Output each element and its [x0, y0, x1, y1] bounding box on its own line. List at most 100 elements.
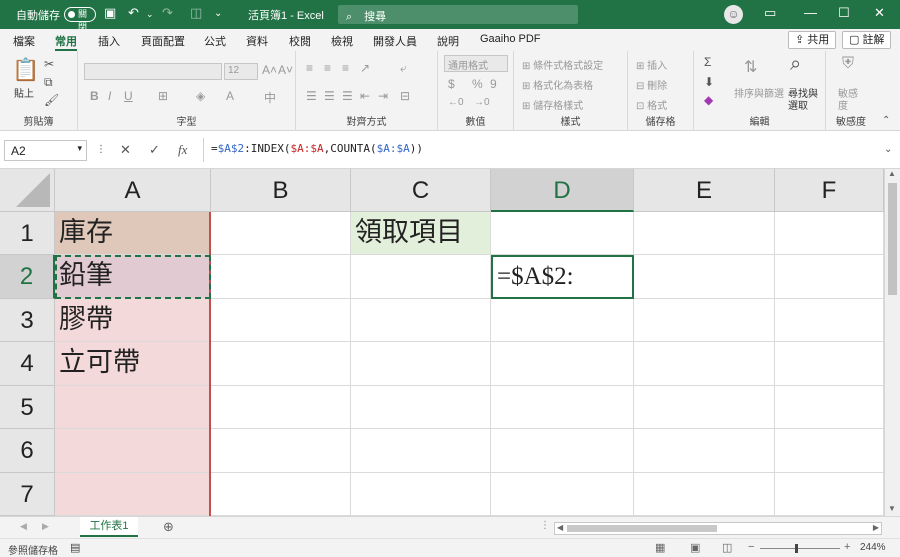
cell-b6[interactable]: [211, 429, 351, 473]
cell-e3[interactable]: [634, 299, 775, 342]
scroll-right-icon[interactable]: ▶: [873, 523, 879, 532]
format-as-table-button[interactable]: ⊞ 格式化為表格: [522, 77, 593, 92]
sort-filter-label[interactable]: 排序與篩選: [734, 85, 784, 100]
cell-f3[interactable]: [775, 299, 884, 342]
currency-icon[interactable]: $: [448, 77, 455, 91]
tab-split-handle[interactable]: ⋮: [540, 520, 550, 531]
cell-b7[interactable]: [211, 473, 351, 516]
delete-cells-button[interactable]: ⊟ 刪除: [636, 77, 667, 92]
macro-record-icon[interactable]: ▤: [70, 541, 80, 554]
cell-c2[interactable]: [351, 255, 491, 299]
cell-f4[interactable]: [775, 342, 884, 386]
comments-button[interactable]: ▢ 註解: [842, 31, 892, 49]
prev-sheet-icon[interactable]: ◀: [20, 521, 27, 532]
horizontal-scroll-thumb[interactable]: [567, 525, 717, 532]
insert-cells-button[interactable]: ⊞ 插入: [636, 57, 667, 72]
row-header-3[interactable]: 3: [0, 299, 55, 342]
tab-help[interactable]: 說明: [437, 33, 459, 49]
autosum-icon[interactable]: Σ: [704, 55, 711, 69]
paste-label[interactable]: 貼上: [14, 85, 34, 100]
scroll-up-icon[interactable]: ▲: [888, 169, 896, 178]
zoom-slider-knob[interactable]: [795, 544, 798, 553]
cell-c3[interactable]: [351, 299, 491, 342]
comma-style-icon[interactable]: 9: [490, 77, 497, 91]
sheet-tab-1[interactable]: 工作表1: [80, 517, 138, 537]
cell-f2[interactable]: [775, 255, 884, 299]
clear-icon[interactable]: ◆: [704, 93, 713, 107]
maximize-icon[interactable]: ☐: [838, 5, 850, 21]
normal-view-icon[interactable]: ▦: [655, 541, 665, 554]
cell-e4[interactable]: [634, 342, 775, 386]
scroll-down-icon[interactable]: ▼: [888, 504, 896, 513]
align-top-icon[interactable]: ≡: [306, 61, 313, 75]
increase-decimal-icon[interactable]: ←0: [448, 97, 464, 108]
sort-filter-icon[interactable]: ⇅: [744, 57, 757, 77]
tab-gaaiho-pdf[interactable]: Gaaiho PDF: [480, 33, 541, 45]
cell-a7[interactable]: [55, 473, 211, 516]
cell-d3[interactable]: [491, 299, 634, 342]
underline-button[interactable]: U: [124, 89, 133, 103]
tab-developer[interactable]: 開發人員: [373, 33, 417, 49]
cell-e6[interactable]: [634, 429, 775, 473]
column-header-f[interactable]: F: [775, 169, 884, 212]
share-button[interactable]: ⇪ 共用: [788, 31, 837, 49]
orientation-icon[interactable]: ↗: [360, 61, 370, 75]
search-box[interactable]: ⌕ 搜尋: [338, 5, 578, 24]
cell-e7[interactable]: [634, 473, 775, 516]
cell-f1[interactable]: [775, 212, 884, 255]
decrease-decimal-icon[interactable]: →0: [474, 97, 490, 108]
cell-a5[interactable]: [55, 386, 211, 429]
sensitivity-label-2[interactable]: 度: [838, 97, 848, 112]
column-header-c[interactable]: C: [351, 169, 491, 212]
minimize-icon[interactable]: —: [804, 5, 817, 20]
grow-font-icon[interactable]: A˄: [262, 63, 277, 77]
row-header-7[interactable]: 7: [0, 473, 55, 516]
row-header-5[interactable]: 5: [0, 386, 55, 429]
column-header-e[interactable]: E: [634, 169, 775, 212]
align-center-icon[interactable]: ☰: [324, 89, 335, 103]
borders-icon[interactable]: ⊞: [158, 89, 168, 103]
cell-f7[interactable]: [775, 473, 884, 516]
copy-icon[interactable]: ⧉: [44, 75, 53, 90]
cancel-entry-icon[interactable]: ✕: [120, 142, 131, 158]
name-box-dropdown-icon[interactable]: ▾: [77, 143, 82, 154]
name-box[interactable]: A2 ▾: [4, 140, 87, 161]
cell-styles-button[interactable]: ⊞ 儲存格樣式: [522, 97, 583, 112]
percent-icon[interactable]: %: [472, 77, 483, 91]
cell-c6[interactable]: [351, 429, 491, 473]
vertical-scroll-thumb[interactable]: [888, 183, 897, 295]
row-header-6[interactable]: 6: [0, 429, 55, 473]
cell-f5[interactable]: [775, 386, 884, 429]
confirm-entry-icon[interactable]: ✓: [149, 142, 160, 158]
zoom-in-icon[interactable]: +: [844, 541, 850, 553]
add-sheet-icon[interactable]: ⊕: [163, 519, 174, 535]
row-header-4[interactable]: 4: [0, 342, 55, 386]
tab-view[interactable]: 檢視: [331, 33, 353, 49]
close-icon[interactable]: ✕: [874, 5, 885, 21]
row-header-2[interactable]: 2: [0, 255, 55, 299]
customize-toolbar-icon[interactable]: ⌄: [214, 8, 222, 19]
ribbon-display-icon[interactable]: ▭: [764, 5, 776, 21]
increase-indent-icon[interactable]: ⇥: [378, 89, 388, 103]
cell-d1[interactable]: [491, 212, 634, 255]
format-cells-button[interactable]: ⊡ 格式: [636, 97, 667, 112]
cell-e1[interactable]: [634, 212, 775, 255]
cell-b4[interactable]: [211, 342, 351, 386]
font-color-icon[interactable]: A: [226, 89, 234, 103]
zoom-out-icon[interactable]: −: [748, 541, 754, 553]
column-header-a[interactable]: A: [55, 169, 211, 212]
fill-icon[interactable]: ⬇: [704, 75, 714, 89]
cell-c5[interactable]: [351, 386, 491, 429]
italic-button[interactable]: I: [108, 89, 111, 103]
column-header-d[interactable]: D: [491, 169, 634, 212]
conditional-formatting-button[interactable]: ⊞ 條件式格式設定: [522, 57, 603, 72]
undo-dropdown-icon[interactable]: ⌄: [146, 9, 154, 20]
align-bottom-icon[interactable]: ≡: [342, 61, 349, 75]
cell-a3[interactable]: 膠帶: [55, 299, 211, 342]
cell-d4[interactable]: [491, 342, 634, 386]
insert-function-icon[interactable]: fx: [178, 142, 187, 158]
zoom-level[interactable]: 244%: [860, 542, 886, 553]
cell-c1[interactable]: 領取項目: [351, 212, 491, 255]
zoom-slider[interactable]: [760, 548, 840, 549]
cell-c4[interactable]: [351, 342, 491, 386]
